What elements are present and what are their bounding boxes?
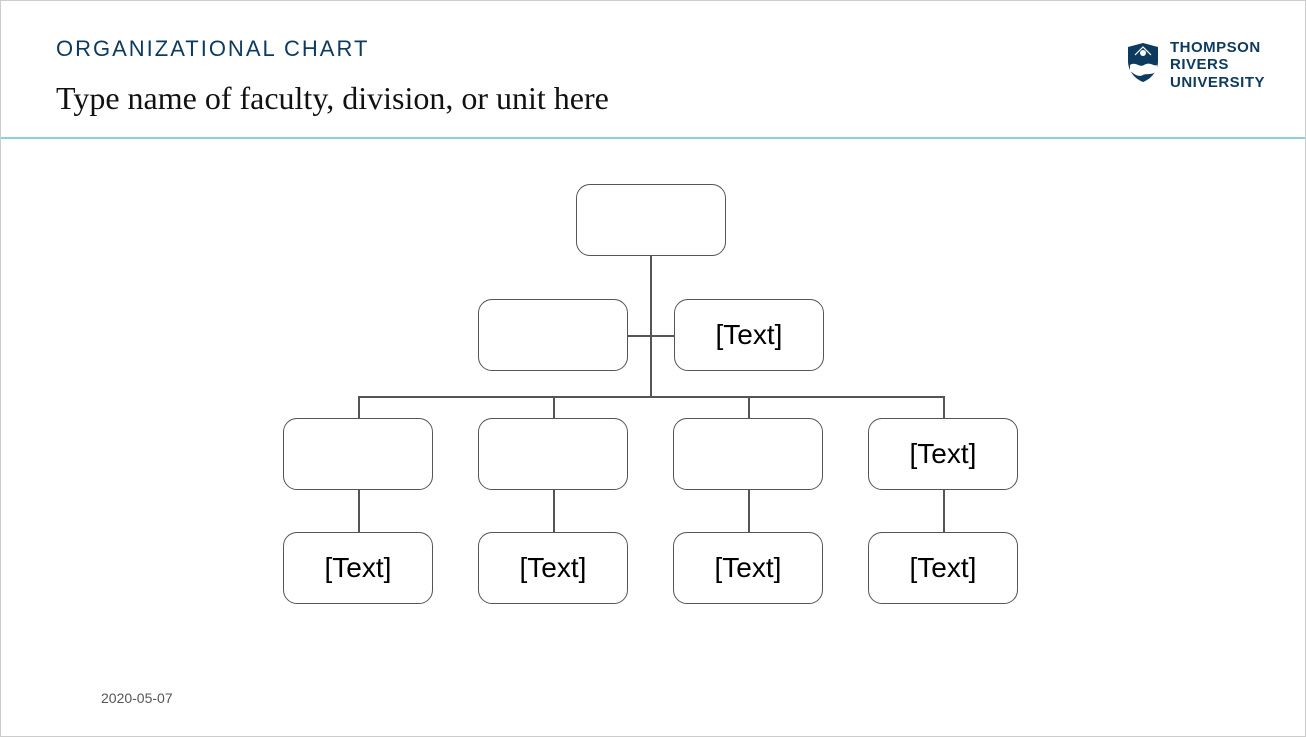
connector <box>553 396 555 418</box>
org-node-l3-bottom-3[interactable]: [Text] <box>673 532 823 604</box>
connector <box>358 490 360 532</box>
org-node-l3-bottom-1[interactable]: [Text] <box>283 532 433 604</box>
connector <box>943 396 945 418</box>
org-node-l3-top-4[interactable]: [Text] <box>868 418 1018 490</box>
org-node-l2-right[interactable]: [Text] <box>674 299 824 371</box>
logo-line1: THOMPSON <box>1170 39 1265 56</box>
org-node-l3-top-2[interactable] <box>478 418 628 490</box>
org-node-root[interactable] <box>576 184 726 256</box>
slide: ORGANIZATIONAL CHART Type name of facult… <box>0 0 1306 737</box>
connector <box>748 490 750 532</box>
connector <box>628 335 651 337</box>
footer-date: 2020-05-07 <box>101 690 173 706</box>
org-node-l3-top-1[interactable] <box>283 418 433 490</box>
tru-logo: THOMPSON RIVERS UNIVERSITY <box>1124 39 1265 91</box>
connector <box>651 335 674 337</box>
connector <box>358 396 944 398</box>
shield-icon <box>1124 41 1162 88</box>
org-node-l2-left[interactable] <box>478 299 628 371</box>
subtitle-placeholder[interactable]: Type name of faculty, division, or unit … <box>56 80 1250 117</box>
connector <box>943 490 945 532</box>
connector <box>553 490 555 532</box>
logo-line3: UNIVERSITY <box>1170 74 1265 91</box>
org-node-l3-bottom-2[interactable]: [Text] <box>478 532 628 604</box>
org-chart-canvas: [Text] [Text] [Text] [Text] [Text] [Text… <box>1 136 1306 696</box>
logo-line2: RIVERS <box>1170 56 1265 73</box>
connector <box>650 336 652 396</box>
chart-label: ORGANIZATIONAL CHART <box>56 36 1250 62</box>
connector <box>650 256 652 336</box>
org-node-l3-top-3[interactable] <box>673 418 823 490</box>
connector <box>748 396 750 418</box>
logo-text: THOMPSON RIVERS UNIVERSITY <box>1170 39 1265 91</box>
org-node-l3-bottom-4[interactable]: [Text] <box>868 532 1018 604</box>
header: ORGANIZATIONAL CHART Type name of facult… <box>1 1 1305 139</box>
connector <box>358 396 360 418</box>
